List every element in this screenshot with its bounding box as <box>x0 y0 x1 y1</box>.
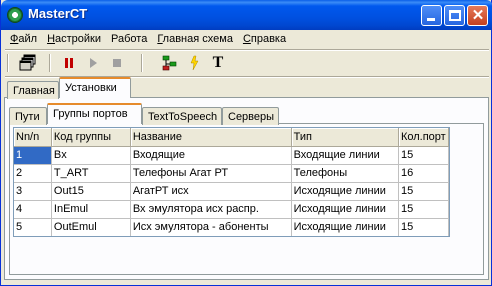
cell-name[interactable]: Входящие <box>130 146 292 165</box>
cell-type[interactable]: Исходящие линии <box>291 200 399 219</box>
cell-name[interactable]: Исх эмулятора - абоненты <box>130 218 292 236</box>
cell-group-code[interactable]: Bx <box>51 146 131 165</box>
table-row[interactable]: 5 OutEmul Исх эмулятора - абоненты Исход… <box>14 218 449 236</box>
cell-number[interactable]: 5 <box>14 218 52 236</box>
play-icon[interactable] <box>84 54 102 72</box>
cell-port-count[interactable]: 16 <box>398 164 449 183</box>
tab-main[interactable]: Главная <box>7 81 59 99</box>
cell-type[interactable]: Телефоны <box>291 164 399 183</box>
minimize-icon <box>427 18 435 21</box>
cell-port-count[interactable]: 15 <box>398 146 449 165</box>
maximize-button[interactable] <box>444 5 465 26</box>
cell-name[interactable]: АгатРТ исх <box>130 182 292 201</box>
column-header-name[interactable]: Название <box>130 128 292 147</box>
window-title: MasterCT <box>28 6 88 21</box>
close-button[interactable]: ✕ <box>467 5 488 26</box>
tab-servers[interactable]: Серверы <box>222 107 279 125</box>
tab-paths[interactable]: Пути <box>9 107 47 125</box>
toolbar-grip[interactable] <box>7 54 9 72</box>
tab-settings[interactable]: Установки <box>59 77 131 98</box>
main-window: MasterCT ✕ Файл Настройки Работа Главная сх… <box>0 0 492 286</box>
cell-group-code[interactable]: T_ART <box>51 164 131 183</box>
bolt-icon[interactable] <box>185 54 203 72</box>
cell-group-code[interactable]: InEmul <box>51 200 131 219</box>
tab-port-groups[interactable]: Группы портов <box>47 103 142 124</box>
tab-text-to-speech[interactable]: TextToSpeech <box>142 107 222 125</box>
menu-work[interactable]: Работа <box>106 30 152 47</box>
cell-name[interactable]: Вх эмулятора исх распр. <box>130 200 292 219</box>
table-row[interactable]: 1 Bx Входящие Входящие линии 15 <box>14 146 449 165</box>
grid-header-row: Nn/n Код группы Название Тип Кол.порт <box>14 128 449 147</box>
cell-type[interactable]: Исходящие линии <box>291 182 399 201</box>
cell-type[interactable]: Входящие линии <box>291 146 399 165</box>
table-row[interactable]: 2 T_ART Телефоны Агат РТ Телефоны 16 <box>14 164 449 183</box>
network-icon[interactable] <box>161 54 179 72</box>
stop-icon[interactable] <box>108 54 126 72</box>
close-icon: ✕ <box>471 7 485 24</box>
column-header-number[interactable]: Nn/n <box>14 128 52 147</box>
table-row[interactable]: 3 Out15 АгатРТ исх Исходящие линии 15 <box>14 182 449 201</box>
status-bar <box>1 281 491 285</box>
column-header-group-code[interactable]: Код группы <box>51 128 131 147</box>
toolbar-separator <box>49 54 51 72</box>
cell-group-code[interactable]: Out15 <box>51 182 131 201</box>
cell-port-count[interactable]: 15 <box>398 200 449 219</box>
column-header-port-count[interactable]: Кол.порт <box>398 128 449 147</box>
app-icon[interactable] <box>7 7 23 23</box>
cell-port-count[interactable]: 15 <box>398 182 449 201</box>
cell-number[interactable]: 3 <box>14 182 52 201</box>
text-icon[interactable]: T <box>209 54 227 72</box>
menu-main-scheme[interactable]: Главная схема <box>152 30 238 47</box>
menu-bar: Файл Настройки Работа Главная схема Справка <box>5 30 489 49</box>
menu-file[interactable]: Файл <box>5 30 42 47</box>
cell-name[interactable]: Телефоны Агат РТ <box>130 164 292 183</box>
menu-settings[interactable]: Настройки <box>42 30 106 47</box>
column-header-type[interactable]: Тип <box>291 128 399 147</box>
cell-group-code[interactable]: OutEmul <box>51 218 131 236</box>
maximize-icon <box>449 10 461 21</box>
port-groups-grid[interactable]: Nn/n Код группы Название Тип Кол.порт 1 … <box>13 127 450 237</box>
title-bar[interactable]: MasterCT ✕ <box>1 0 492 30</box>
toolbar: T <box>5 51 489 75</box>
minimize-button[interactable] <box>421 5 442 26</box>
cell-port-count[interactable]: 15 <box>398 218 449 236</box>
cell-number[interactable]: 1 <box>14 146 52 165</box>
cell-number[interactable]: 2 <box>14 164 52 183</box>
windows-icon[interactable] <box>19 54 37 72</box>
toolbar-separator <box>141 54 143 72</box>
table-row[interactable]: 4 InEmul Вх эмулятора исх распр. Исходящ… <box>14 200 449 219</box>
cell-type[interactable]: Исходящие линии <box>291 218 399 236</box>
cell-number[interactable]: 4 <box>14 200 52 219</box>
menu-help[interactable]: Справка <box>238 30 291 47</box>
pause-icon[interactable] <box>60 54 78 72</box>
